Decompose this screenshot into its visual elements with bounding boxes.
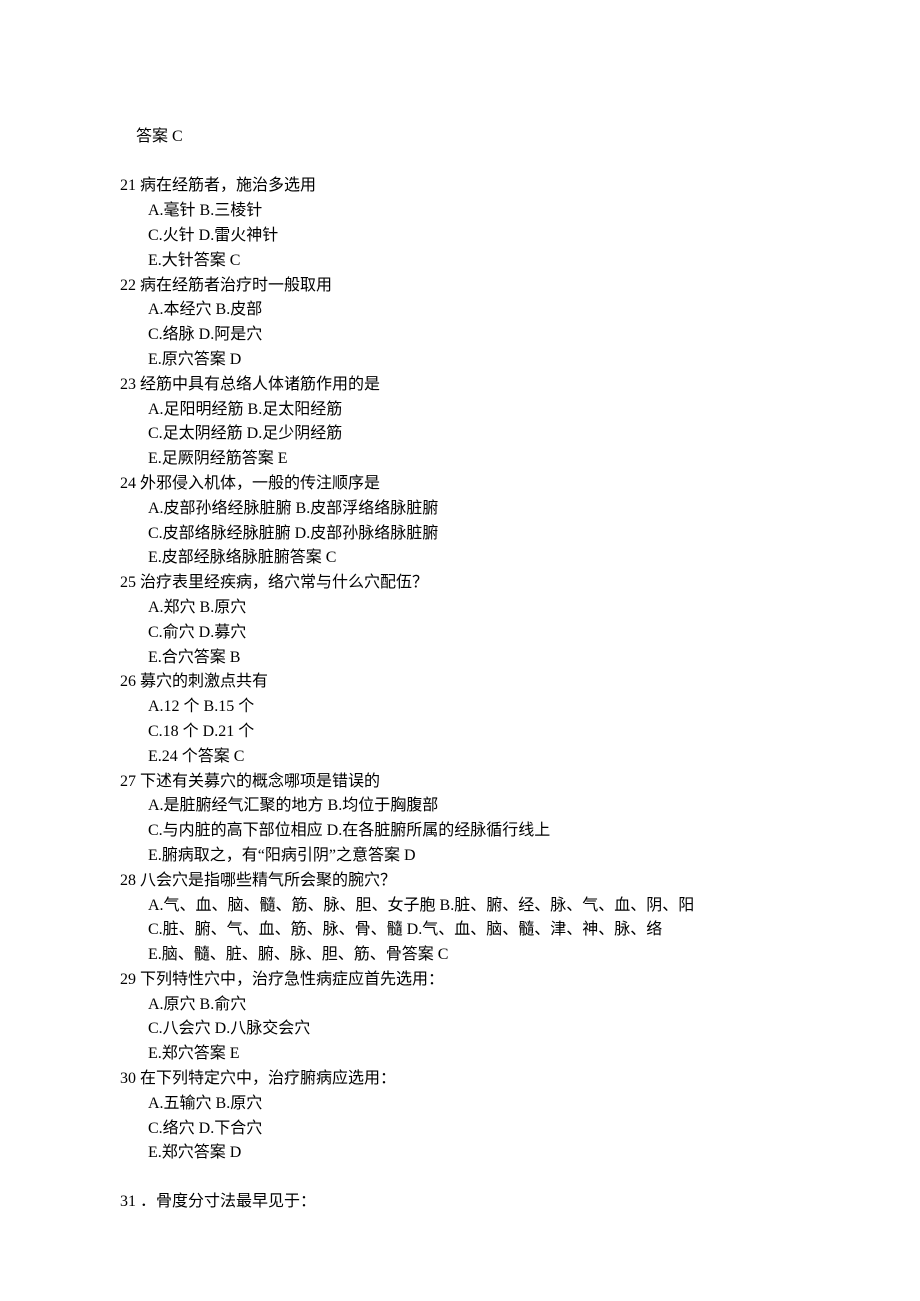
option-line: A.五输穴 B.原穴 bbox=[120, 1092, 800, 1117]
question-stem: 23 经筋中具有总络人体诸筋作用的是 bbox=[120, 373, 800, 398]
question-stem: 21 病在经筋者，施治多选用 bbox=[120, 174, 800, 199]
option-line: E.郑穴答案 D bbox=[120, 1141, 800, 1166]
question-stem: 29 下列特性穴中，治疗急性病症应首先选用： bbox=[120, 968, 800, 993]
page-container: 答案 C 21 病在经筋者，施治多选用 A.毫针 B.三棱针 C.火针 D.雷火… bbox=[0, 0, 920, 1301]
option-line: E.足厥阴经筋答案 E bbox=[120, 447, 800, 472]
question-stem: 26 募穴的刺激点共有 bbox=[120, 670, 800, 695]
question-stem: 27 下述有关募穴的概念哪项是错误的 bbox=[120, 770, 800, 795]
option-line: C.络脉 D.阿是穴 bbox=[120, 323, 800, 348]
spacer bbox=[120, 1166, 800, 1190]
option-line: A.皮部孙络经脉脏腑 B.皮部浮络络脉脏腑 bbox=[120, 497, 800, 522]
option-line: A.足阳明经筋 B.足太阳经筋 bbox=[120, 398, 800, 423]
option-line: E.郑穴答案 E bbox=[120, 1042, 800, 1067]
option-line: A.气、血、脑、髓、筋、脉、胆、女子胞 B.脏、腑、经、脉、气、血、阴、阳 bbox=[120, 894, 800, 919]
option-line: E.皮部经脉络脉脏腑答案 C bbox=[120, 546, 800, 571]
option-line: A.12 个 B.15 个 bbox=[120, 695, 800, 720]
option-line: C.八会穴 D.八脉交会穴 bbox=[120, 1017, 800, 1042]
option-line: E.脑、髓、脏、腑、脉、胆、筋、骨答案 C bbox=[120, 943, 800, 968]
option-line: E.腑病取之，有“阳病引阴”之意答案 D bbox=[120, 844, 800, 869]
option-line: A.毫针 B.三棱针 bbox=[120, 199, 800, 224]
option-line: C.18 个 D.21 个 bbox=[120, 720, 800, 745]
option-line: A.本经穴 B.皮部 bbox=[120, 298, 800, 323]
option-line: C.足太阴经筋 D.足少阴经筋 bbox=[120, 422, 800, 447]
option-line: E.大针答案 C bbox=[120, 249, 800, 274]
option-line: A.是脏腑经气汇聚的地方 B.均位于胸腹部 bbox=[120, 794, 800, 819]
intro-answer-value: C bbox=[172, 128, 183, 145]
option-line: E.合穴答案 B bbox=[120, 646, 800, 671]
option-line: C.皮部络脉经脉脏腑 D.皮部孙脉络脉脏腑 bbox=[120, 522, 800, 547]
intro-answer: 答案 C bbox=[120, 100, 800, 174]
question-stem: 31 ．骨度分寸法最早见于： bbox=[120, 1190, 800, 1215]
question-stem: 28 八会穴是指哪些精气所会聚的腕穴？ bbox=[120, 869, 800, 894]
question-stem: 25 治疗表里经疾病，络穴常与什么穴配伍？ bbox=[120, 571, 800, 596]
option-line: A.原穴 B.俞穴 bbox=[120, 993, 800, 1018]
option-line: C.脏、腑、气、血、筋、脉、骨、髓 D.气、血、脑、髓、津、神、脉、络 bbox=[120, 918, 800, 943]
option-line: C.与内脏的高下部位相应 D.在各脏腑所属的经脉循行线上 bbox=[120, 819, 800, 844]
option-line: C.俞穴 D.募穴 bbox=[120, 621, 800, 646]
question-stem: 22 病在经筋者治疗时一般取用 bbox=[120, 274, 800, 299]
option-line: C.络穴 D.下合穴 bbox=[120, 1117, 800, 1142]
question-stem: 24 外邪侵入机体，一般的传注顺序是 bbox=[120, 472, 800, 497]
question-stem: 30 在下列特定穴中，治疗腑病应选用： bbox=[120, 1067, 800, 1092]
option-line: E.24 个答案 C bbox=[120, 745, 800, 770]
intro-answer-label: 答案 bbox=[136, 128, 168, 145]
option-line: A.郑穴 B.原穴 bbox=[120, 596, 800, 621]
option-line: C.火针 D.雷火神针 bbox=[120, 224, 800, 249]
option-line: E.原穴答案 D bbox=[120, 348, 800, 373]
